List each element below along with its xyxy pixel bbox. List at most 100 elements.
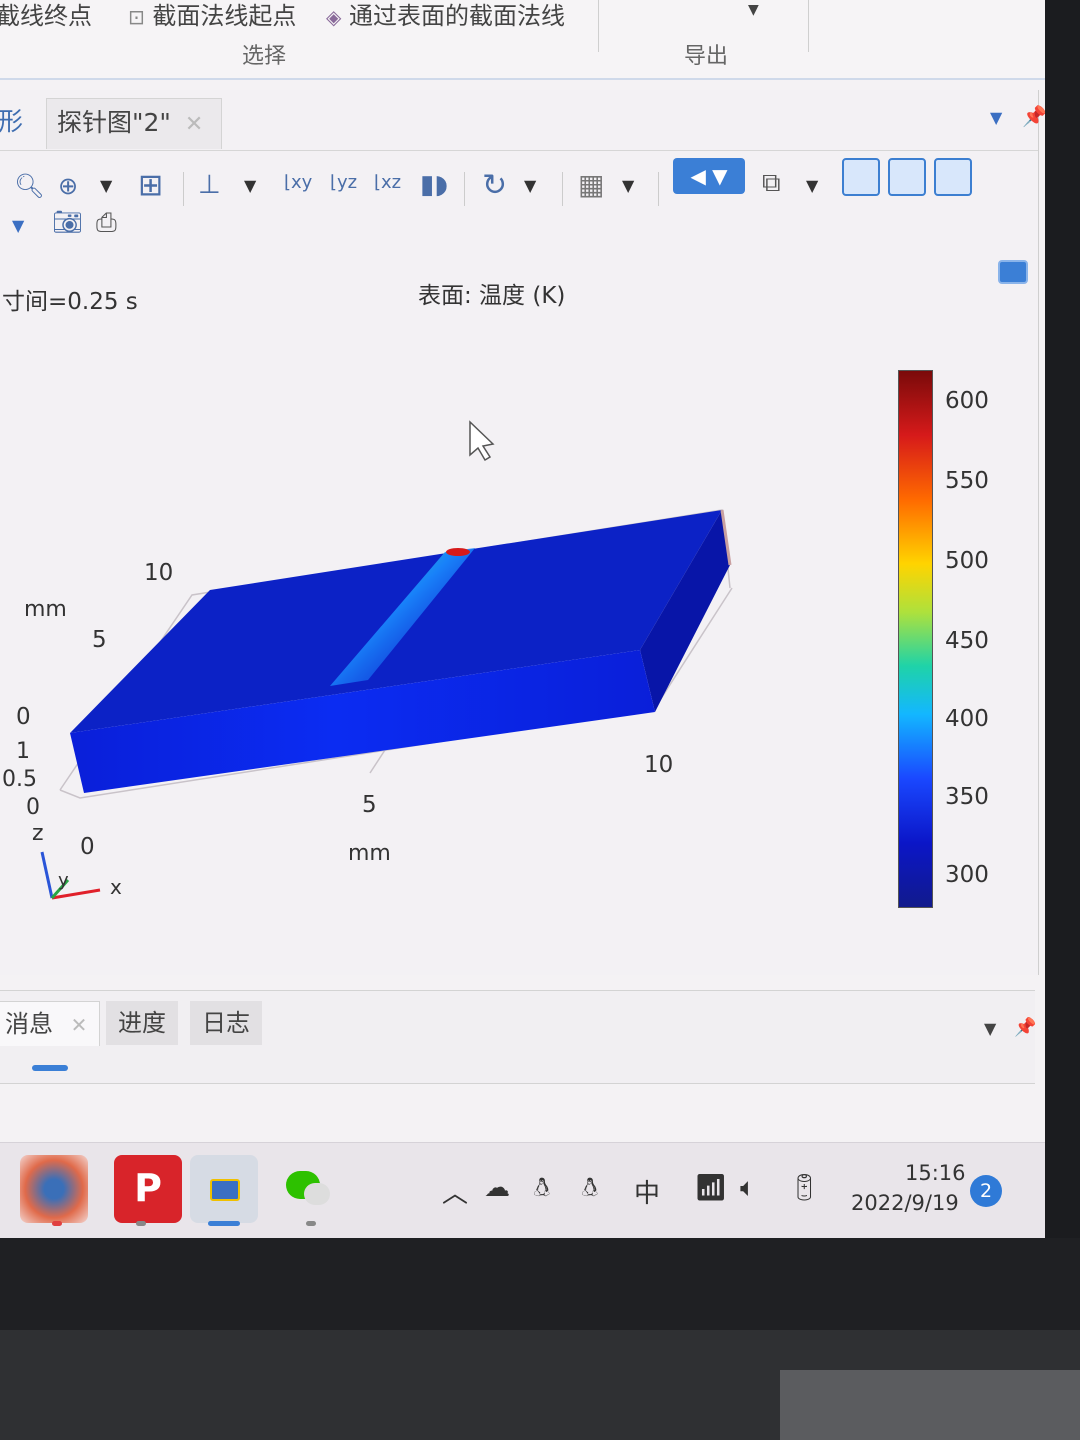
z-tick-label: 1	[16, 739, 30, 764]
ribbon-item-surface-normal-label: 通过表面的截面法线	[349, 2, 566, 30]
zoom-extents-icon[interactable]: ⊞	[138, 168, 163, 203]
section-icon: ⊡	[128, 5, 145, 29]
colorbar-tick: 400	[945, 706, 989, 732]
ribbon-group-export: 导出	[684, 44, 729, 69]
chevron-down-icon[interactable]: ▼	[622, 176, 634, 195]
ribbon-item-surface-normal[interactable]: ◈ 通过表面的截面法线	[326, 0, 565, 31]
tab-messages-label: 消息	[5, 1010, 53, 1038]
notification-badge[interactable]: 2	[970, 1175, 1002, 1207]
zoom-box-icon[interactable]: ⊕	[58, 172, 78, 200]
qq-penguin-icon[interactable]: 🐧︎	[582, 1173, 598, 1206]
camera-icon: ◀ ▼	[690, 164, 728, 188]
axis-orientation-icon[interactable]: ⊥	[198, 170, 221, 200]
y-tick-label: 0	[16, 704, 31, 730]
triad-x-label: x	[110, 875, 122, 899]
pin-icon[interactable]: 📌	[1022, 104, 1045, 128]
view-xy-icon[interactable]: ⌊xy	[284, 172, 312, 193]
onedrive-cloud-icon[interactable]: ☁	[484, 1173, 510, 1203]
colorbar-tick: 300	[945, 862, 989, 888]
chevron-down-icon[interactable]: ▼	[806, 176, 818, 195]
chevron-down-icon[interactable]: ▼	[524, 176, 536, 195]
graphics-toolbar: 🔍︎ ⊕ ▼ ⊞ ⊥ ▼ ⌊xy ⌊yz ⌊xz ▮◗ ↻ ▼ ▦ ▼ ◀ ▼ …	[0, 154, 1038, 254]
toolbar-separator	[562, 172, 563, 206]
toolbar-separator	[658, 172, 659, 206]
camera-projection-button[interactable]: ◀ ▼	[673, 158, 745, 194]
print-icon[interactable]: ⎙	[96, 208, 117, 239]
ribbon-item-section-start[interactable]: ⊡ 截面法线起点	[128, 0, 296, 31]
view-yz-icon[interactable]: ⌊yz	[330, 172, 357, 193]
triad-y-label: y	[58, 870, 69, 891]
close-icon[interactable]: ✕	[185, 112, 203, 137]
volume-icon[interactable]: 🔈︎	[740, 1173, 756, 1204]
clock-date[interactable]: 2022/9/19	[851, 1191, 959, 1215]
y-axis-unit: mm	[24, 597, 67, 622]
qq-penguin-icon[interactable]: 🐧︎	[534, 1173, 550, 1206]
show-grid-toggle[interactable]	[842, 158, 880, 196]
wechat-bubble-icon	[304, 1183, 330, 1205]
battery-charging-icon[interactable]: 🔋︎	[788, 1173, 821, 1203]
ribbon-dropdown-icon[interactable]: ▼	[748, 2, 759, 18]
show-axes-toggle[interactable]	[888, 158, 926, 196]
active-window-indicator	[208, 1221, 240, 1226]
plot-title: 表面: 温度 (K)	[418, 283, 566, 309]
colorbar-tick: 550	[945, 468, 989, 494]
tab-progress[interactable]: 进度	[106, 1001, 178, 1045]
plot-settings-icon[interactable]	[998, 260, 1028, 284]
taskbar-app-comsol-icon[interactable]	[20, 1155, 88, 1223]
chevron-down-icon[interactable]: ▼	[244, 176, 256, 195]
ribbon-separator	[808, 0, 809, 52]
tab-messages[interactable]: 消息 ✕	[0, 1001, 101, 1046]
window-layout-icon[interactable]: ⧉	[762, 168, 781, 199]
x-axis-unit: mm	[348, 841, 391, 866]
running-indicator	[306, 1221, 316, 1226]
close-icon[interactable]: ✕	[71, 1013, 88, 1037]
color-legend-bar	[898, 370, 933, 908]
show-legend-toggle[interactable]	[934, 158, 972, 196]
chevron-down-icon[interactable]: ▼	[984, 1019, 996, 1038]
tray-overflow-chevron-up-icon[interactable]: ︿	[442, 1173, 468, 1210]
messages-panel: 消息 ✕ 进度 日志 ▼ 📌	[0, 990, 1036, 1084]
screen: 截线终点 ⊡ 截面法线起点 ◈ 通过表面的截面法线 ▼ 选择 导出 形 探针图"…	[0, 0, 1045, 1238]
taskbar-app-pdf-icon[interactable]: P	[114, 1155, 182, 1223]
view-xz-icon[interactable]: ⌊xz	[374, 172, 401, 193]
tab-probe-plot-2[interactable]: 探针图"2" ✕	[46, 98, 223, 149]
colorbar-tick: 600	[945, 388, 989, 414]
taskbar-app-comsol-window-icon[interactable]	[190, 1155, 258, 1223]
scroll-indicator	[32, 1065, 68, 1071]
camera-snapshot-icon[interactable]: 📷︎	[52, 208, 82, 236]
rotate-icon[interactable]: ↻	[482, 168, 507, 203]
toolbar-separator	[183, 172, 184, 206]
chevron-down-icon[interactable]: ▼	[990, 108, 1002, 127]
surface-normal-icon: ◈	[326, 5, 342, 29]
tab-graphics[interactable]: 形	[0, 98, 23, 148]
ribbon-group-select: 选择	[242, 44, 287, 69]
z-tick-label: 0.5	[2, 767, 37, 792]
tab-log[interactable]: 日志	[190, 1001, 262, 1045]
x-tick-label: 10	[644, 752, 673, 778]
monitor-bezel	[1045, 0, 1080, 1238]
clock-time[interactable]: 15:16	[905, 1161, 966, 1185]
chevron-down-icon[interactable]: ▼	[100, 176, 112, 195]
app-window-icon	[210, 1179, 240, 1201]
3d-plot-canvas[interactable]: 10 5 0 mm 1 0.5 0 z 0 5 10 mm x y	[0, 360, 880, 970]
wifi-icon[interactable]: 📶︎	[694, 1173, 727, 1203]
scene-light-icon[interactable]: ▮◗	[420, 170, 448, 200]
ribbon-item-endpoint[interactable]: 截线终点	[0, 0, 92, 31]
running-indicator	[52, 1221, 62, 1226]
mouse-cursor-icon	[469, 420, 495, 462]
y-tick-label: 5	[92, 627, 107, 653]
chevron-down-icon[interactable]: ▼	[12, 216, 24, 235]
ribbon-separator	[598, 0, 599, 52]
ribbon-item-section-start-label: 截面法线起点	[152, 2, 297, 30]
y-tick-label: 10	[144, 560, 173, 586]
toolbar-separator	[464, 172, 465, 206]
heat-source-spot	[446, 548, 470, 556]
pin-icon[interactable]: 📌	[1014, 1017, 1036, 1038]
ime-indicator[interactable]: 中	[634, 1173, 660, 1210]
zoom-icon[interactable]: 🔍︎	[14, 172, 44, 200]
taskbar-app-wechat-icon[interactable]	[278, 1155, 346, 1223]
transparency-icon[interactable]: ▦	[578, 168, 604, 201]
taskbar: P ︿ ☁ 🐧︎ 🐧︎ 中 📶︎ 🔈︎ 🔋︎ 15:16 2022/9/19 2	[0, 1142, 1045, 1238]
colorbar-tick: 450	[945, 628, 989, 654]
x-tick-label: 5	[362, 792, 377, 818]
